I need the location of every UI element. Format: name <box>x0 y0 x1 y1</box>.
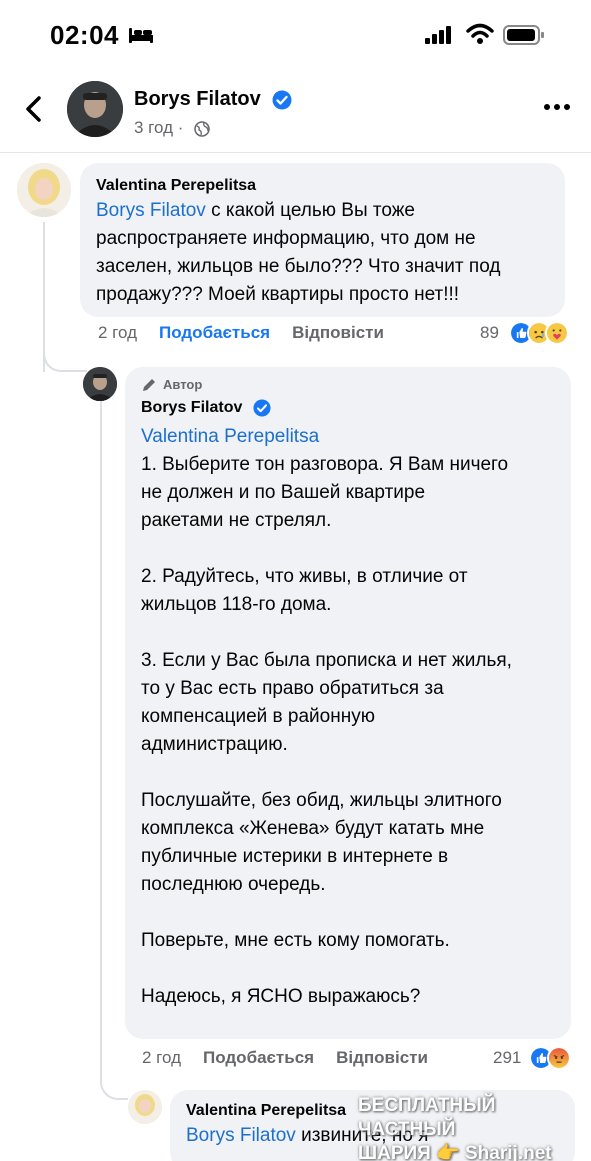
reactions-summary[interactable]: 89 <box>480 321 569 345</box>
post-time: 3 год · <box>134 118 210 138</box>
pen-icon <box>143 379 155 391</box>
commenter-avatar[interactable] <box>17 163 71 217</box>
comment-actions: 2 год Подобається Відповісти <box>98 323 406 343</box>
author-reply-avatar[interactable] <box>83 367 117 401</box>
more-icon[interactable] <box>543 100 571 114</box>
watermark: БЕСПЛАТНЫЙ ЧАСТНЫЙ ШАРИЯ 👉 Sharij.net <box>358 1095 552 1161</box>
comment-text: Borys Filatov с какой целью Вы тоже расп… <box>96 200 501 305</box>
post-header: Borys Filatov 3 год · <box>0 72 591 152</box>
comment-bubble: Автор Borys Filatov Valentina Perepelits… <box>125 367 571 1039</box>
wifi-icon <box>466 23 494 44</box>
thread-connector <box>43 330 87 372</box>
comment-text: Valentina Perepelitsa 1. Выберите тон ра… <box>141 426 512 1007</box>
author-name[interactable]: Borys Filatov <box>134 88 292 111</box>
commenter-avatar[interactable] <box>128 1090 162 1124</box>
thread-line <box>100 400 102 1080</box>
angry-reaction-icon <box>547 1046 572 1070</box>
comment-time: 2 год <box>142 1048 182 1067</box>
author-badge: Автор <box>141 377 555 393</box>
mention-link[interactable]: Valentina Perepelitsa <box>141 426 319 447</box>
comment-author[interactable]: Borys Filatov <box>141 397 555 419</box>
back-arrow-icon[interactable] <box>20 94 50 124</box>
verified-icon <box>272 90 292 110</box>
verified-icon <box>253 399 271 417</box>
globe-icon <box>194 120 210 137</box>
mention-link[interactable]: Borys Filatov <box>96 200 206 221</box>
status-time: 02:04 <box>50 20 119 50</box>
reactions-count: 89 <box>480 323 499 342</box>
comment-bubble: Valentina Perepelitsa Borys Filatov с ка… <box>80 163 565 317</box>
sleep-focus-icon <box>129 28 153 43</box>
author-avatar[interactable] <box>67 81 123 137</box>
comment-time: 2 год <box>98 323 138 342</box>
like-button[interactable]: Подобається <box>203 1048 314 1068</box>
reply-button[interactable]: Відповісти <box>292 323 384 343</box>
mention-link[interactable]: Borys Filatov <box>186 1125 296 1146</box>
reply-button[interactable]: Відповісти <box>336 1048 428 1068</box>
battery-icon <box>503 25 544 45</box>
comment-author[interactable]: Valentina Perepelitsa <box>96 175 549 197</box>
comment-actions: 2 год Подобається Відповісти <box>142 1048 450 1068</box>
header-divider <box>0 152 591 153</box>
reactions-summary[interactable]: 291 <box>493 1046 572 1070</box>
care-reaction-icon <box>544 321 569 345</box>
status-bar: 02:04 <box>0 0 591 72</box>
thread-connector <box>100 1050 128 1100</box>
reactions-count: 291 <box>493 1048 522 1067</box>
cellular-signal-icon <box>425 26 451 44</box>
like-button[interactable]: Подобається <box>159 323 270 343</box>
